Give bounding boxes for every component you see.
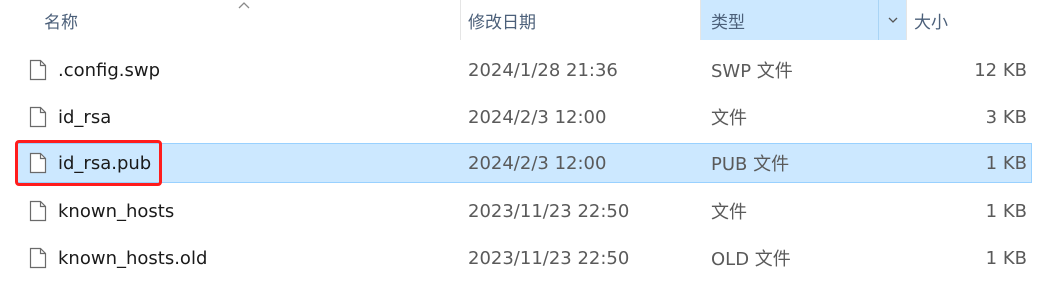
column-type-filter-dropdown[interactable] [878,0,906,40]
file-icon [29,98,49,136]
column-header-name-label: 名称 [44,12,78,33]
file-size: 1 KB [985,200,1027,222]
file-row-id-rsa[interactable]: id_rsa 2024/2/3 12:00 文件 3 KB [16,97,1032,137]
column-header: 名称 修改日期 类型 大小 [0,0,1044,40]
column-header-size[interactable]: 大小 [906,0,1044,40]
file-icon [29,51,49,89]
file-name: id_rsa.pub [58,152,152,174]
chevron-down-icon [888,17,897,23]
file-icon [29,144,49,182]
file-name: .config.swp [58,59,161,81]
file-size: 1 KB [985,152,1027,174]
column-header-size-label: 大小 [914,12,948,33]
file-size: 12 KB [974,59,1027,81]
file-date-modified: 2023/11/23 22:50 [468,247,630,269]
file-date-modified: 2024/2/3 12:00 [468,152,607,174]
file-size: 1 KB [985,247,1027,269]
file-size: 3 KB [985,106,1027,128]
file-explorer: 名称 修改日期 类型 大小 .config.swp 2024/1/28 21:3… [0,0,1044,297]
file-name: id_rsa [58,106,112,128]
file-row-config-swp[interactable]: .config.swp 2024/1/28 21:36 SWP 文件 12 KB [16,50,1032,90]
file-type: 文件 [711,202,747,223]
file-row-id-rsa-pub[interactable]: id_rsa.pub 2024/2/3 12:00 PUB 文件 1 KB [16,143,1032,183]
column-header-type[interactable]: 类型 [701,0,906,40]
file-icon [29,192,49,230]
file-date-modified: 2023/11/23 22:50 [468,200,630,222]
file-date-modified: 2024/1/28 21:36 [468,59,618,81]
file-name: known_hosts.old [58,247,208,269]
file-type: SWP 文件 [711,61,793,82]
column-header-date-modified[interactable]: 修改日期 [460,0,700,40]
column-header-type-label: 类型 [711,12,745,33]
file-name: known_hosts [58,200,175,222]
file-row-known-hosts-old[interactable]: known_hosts.old 2023/11/23 22:50 OLD 文件 … [16,238,1032,278]
file-type: OLD 文件 [711,249,791,270]
file-type: PUB 文件 [711,154,790,175]
file-icon [29,239,49,277]
file-date-modified: 2024/2/3 12:00 [468,106,607,128]
column-header-date-label: 修改日期 [468,12,536,33]
column-header-name[interactable]: 名称 [0,0,460,40]
file-row-known-hosts[interactable]: known_hosts 2023/11/23 22:50 文件 1 KB [16,191,1032,231]
file-type: 文件 [711,108,747,129]
